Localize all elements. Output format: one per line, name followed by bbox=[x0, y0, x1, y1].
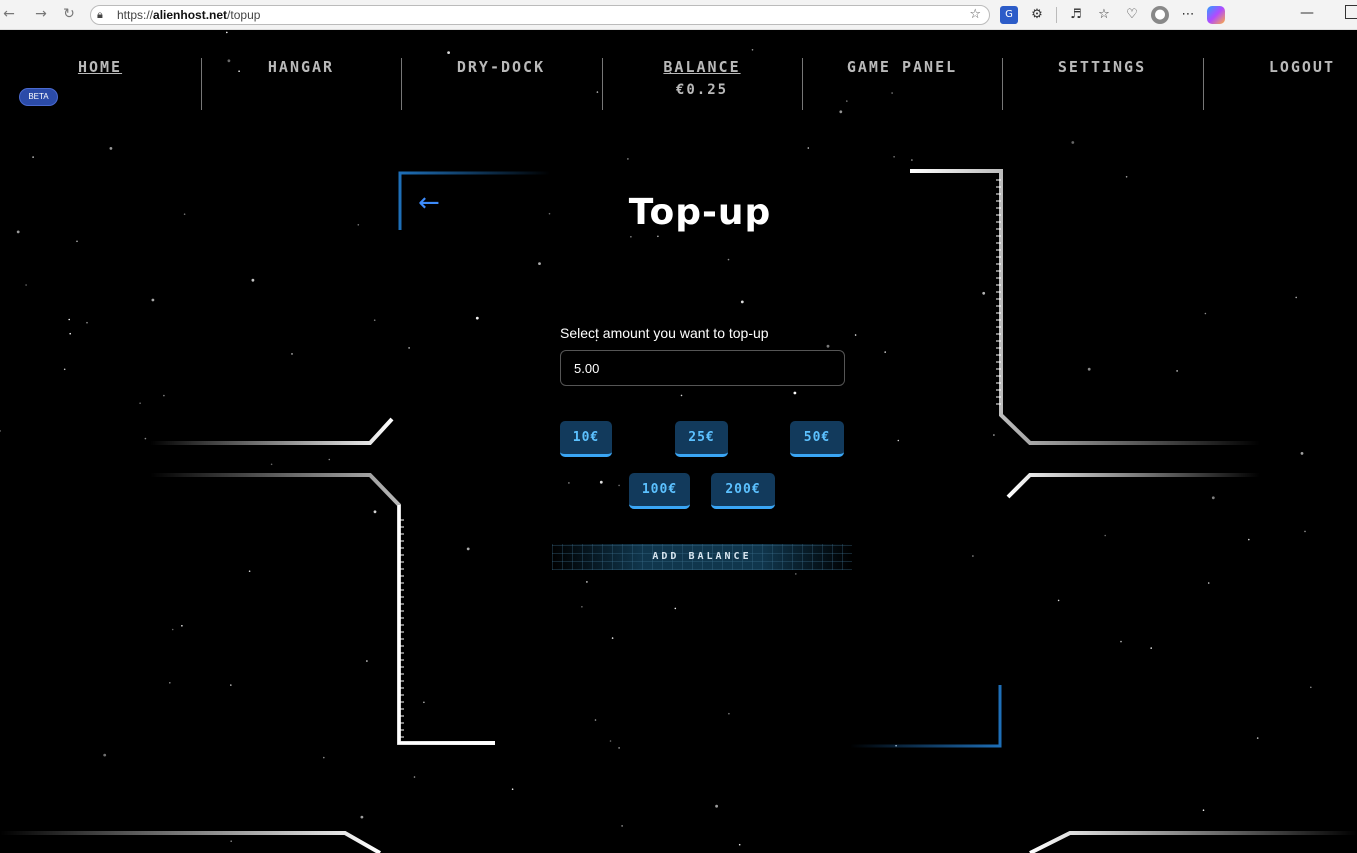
back-icon[interactable]: ← bbox=[0, 5, 18, 23]
copilot-icon[interactable] bbox=[1207, 6, 1225, 24]
nav-balance[interactable]: BALANCE €0.25 bbox=[602, 58, 802, 110]
nav-logout-label: LOGOUT bbox=[1268, 58, 1335, 76]
nav-home-label: HOME bbox=[77, 58, 123, 76]
top-navigation: HOME HANGAR DRY-DOCK BALANCE €0.25 GAME P… bbox=[0, 58, 1357, 114]
browser-tools: G ⚙ ♬ ☆ ♡ ● ⋯ bbox=[1000, 5, 1225, 25]
minimize-icon[interactable]: — bbox=[1300, 5, 1314, 21]
page-content: HOME HANGAR DRY-DOCK BALANCE €0.25 GAME P… bbox=[0, 30, 1357, 853]
nav-settings[interactable]: SETTINGS bbox=[1002, 58, 1202, 110]
maximize-icon[interactable] bbox=[1345, 5, 1357, 19]
balance-value: €0.25 bbox=[675, 82, 729, 98]
read-aloud-icon[interactable]: ♬ bbox=[1067, 6, 1085, 24]
profile-avatar-icon[interactable]: ● bbox=[1151, 6, 1169, 24]
lock-icon: 🔒︎ bbox=[97, 8, 103, 21]
nav-logout[interactable]: LOGOUT bbox=[1203, 58, 1357, 110]
page-title: Top-up bbox=[628, 192, 772, 233]
amount-input[interactable] bbox=[560, 350, 845, 386]
back-arrow-icon[interactable]: ← bbox=[418, 190, 440, 216]
preset-25-button[interactable]: 25€ bbox=[675, 421, 728, 457]
preset-10-button[interactable]: 10€ bbox=[560, 421, 612, 457]
preset-100-button[interactable]: 100€ bbox=[629, 473, 690, 509]
forward-icon[interactable]: → bbox=[32, 5, 50, 23]
nav-dry-dock-label: DRY-DOCK bbox=[456, 58, 546, 76]
more-menu-icon[interactable]: ⋯ bbox=[1179, 6, 1197, 24]
add-balance-button[interactable]: ADD BALANCE bbox=[552, 544, 852, 570]
extension-icon[interactable]: G bbox=[1000, 6, 1018, 24]
browser-toolbar: ← → ↻ 🔒︎ https://alienhost.net/topup ☆ G… bbox=[0, 0, 1357, 30]
preset-200-button[interactable]: 200€ bbox=[711, 473, 775, 509]
address-bar[interactable]: 🔒︎ https://alienhost.net/topup ☆ bbox=[90, 5, 990, 25]
nav-game-panel[interactable]: GAME PANEL bbox=[802, 58, 1002, 110]
nav-balance-label: BALANCE bbox=[663, 58, 741, 76]
toolbar-divider bbox=[1056, 7, 1057, 23]
puzzle-extensions-icon[interactable]: ⚙ bbox=[1028, 6, 1046, 24]
nav-hangar[interactable]: HANGAR bbox=[201, 58, 401, 110]
refresh-icon[interactable]: ↻ bbox=[60, 5, 78, 23]
health-icon[interactable]: ♡ bbox=[1123, 6, 1141, 24]
nav-dry-dock[interactable]: DRY-DOCK bbox=[401, 58, 601, 110]
nav-game-panel-label: GAME PANEL bbox=[846, 58, 958, 76]
amount-label: Select amount you want to top-up bbox=[560, 325, 769, 341]
nav-settings-label: SETTINGS bbox=[1057, 58, 1147, 76]
favorite-star-icon[interactable]: ☆ bbox=[969, 7, 981, 22]
nav-hangar-label: HANGAR bbox=[267, 58, 335, 76]
url-text: https://alienhost.net/topup bbox=[117, 8, 261, 22]
favorites-icon[interactable]: ☆ bbox=[1095, 6, 1113, 24]
preset-50-button[interactable]: 50€ bbox=[790, 421, 844, 457]
beta-badge: BETA bbox=[19, 88, 58, 106]
